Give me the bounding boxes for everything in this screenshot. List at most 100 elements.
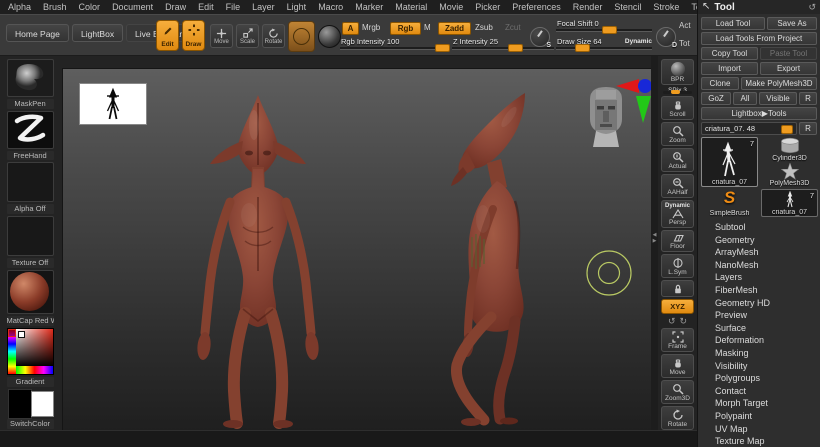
tool-thumb-simplebrush[interactable]: S SimpleBrush [701, 189, 758, 217]
tool-r-button[interactable]: R [799, 122, 817, 135]
menu-item[interactable]: Layer [252, 2, 275, 12]
load-tools-from-project-button[interactable]: Load Tools From Project [701, 32, 817, 45]
current-material-sphere[interactable] [318, 25, 341, 48]
rotate-canvas-button[interactable]: Rotate [661, 406, 694, 430]
stroke-dial[interactable]: S [530, 27, 550, 47]
menu-item[interactable]: Alpha [8, 2, 31, 12]
tool-subpalette-row[interactable]: Morph Target [701, 397, 817, 410]
menu-item[interactable]: Marker [355, 2, 383, 12]
save-as-button[interactable]: Save As [767, 17, 817, 30]
slider-knob[interactable] [602, 26, 617, 34]
draw-dial[interactable]: D [656, 27, 676, 47]
alpha-picker[interactable] [7, 162, 54, 202]
copy-tool-button[interactable]: Copy Tool [701, 47, 758, 60]
zcut-toggle[interactable]: Zcut [505, 23, 521, 32]
tool-thumb-polymesh3d[interactable]: PolyMesh3D [761, 163, 818, 187]
menu-item[interactable]: Movie [439, 2, 463, 12]
make-polymesh3d-button[interactable]: Make PolyMesh3D [741, 77, 817, 90]
menu-item[interactable]: Picker [475, 2, 500, 12]
tool-subpalette-row[interactable]: Surface [701, 322, 817, 335]
panel-splitter[interactable]: ◀▶ [651, 56, 658, 447]
transparency-lock-button[interactable] [661, 280, 694, 297]
slider-knob[interactable] [508, 44, 523, 52]
hue-strip-horizontal[interactable] [16, 366, 53, 374]
load-tool-button[interactable]: Load Tool [701, 17, 765, 30]
switch-color-swatches[interactable] [8, 389, 53, 417]
home-page-button[interactable]: Home Page [6, 24, 69, 42]
paint-a-toggle[interactable]: A [342, 22, 359, 35]
menu-item[interactable]: Material [395, 2, 427, 12]
actual-button[interactable]: Actual [661, 148, 694, 172]
menu-item[interactable]: Edit [198, 2, 214, 12]
tool-subpalette-row[interactable]: Masking [701, 347, 817, 360]
free-rotate-icon[interactable]: ↺ [668, 316, 676, 326]
clone-button[interactable]: Clone [701, 77, 739, 90]
zadd-toggle[interactable]: Zadd [438, 22, 471, 35]
tool-subpalette-row[interactable]: UV Map [701, 423, 817, 436]
draw-size-slider[interactable]: Draw Size 64 Dynamic [556, 37, 652, 53]
goz-all-button[interactable]: All [733, 92, 757, 105]
menu-item[interactable]: Draw [165, 2, 186, 12]
lightbox-button[interactable]: LightBox [72, 24, 123, 42]
persp-button[interactable]: Dynamic Persp [661, 200, 694, 228]
menu-item[interactable]: File [226, 2, 241, 12]
menu-item[interactable]: Color [79, 2, 101, 12]
export-button[interactable]: Export [760, 62, 817, 75]
tool-thumb-cylinder3d[interactable]: Cylinder3D [761, 137, 818, 162]
sculpt-viewport[interactable] [62, 68, 652, 432]
tool-subpalette-row[interactable]: Texture Map [701, 435, 817, 447]
focal-shift-slider[interactable]: Focal Shift 0 [556, 19, 652, 35]
slider-knob[interactable] [575, 44, 590, 52]
zoom3d-button[interactable]: Zoom3D [661, 380, 694, 404]
tool-subpalette-row[interactable]: NanoMesh [701, 259, 817, 272]
menu-item[interactable]: Preferences [512, 2, 561, 12]
menu-item[interactable]: Stencil [614, 2, 641, 12]
dynamic-toggle[interactable]: Dynamic [625, 38, 652, 45]
frame-button[interactable]: Frame [661, 328, 694, 352]
m-toggle[interactable]: M [424, 23, 431, 32]
panel-menu-icon[interactable]: ↺ [808, 2, 816, 13]
tool-subpalette-row[interactable]: Visibility [701, 360, 817, 373]
slider-knob[interactable] [781, 125, 793, 134]
rotation-mode-icons[interactable]: ↺ ↻ [668, 316, 687, 326]
main-color-swatch[interactable] [8, 389, 32, 419]
tool-thumb-selected-criatura[interactable]: 7 criatura_07 [701, 137, 758, 187]
picker-cursor-icon[interactable]: ↖ [702, 2, 710, 12]
mrgb-toggle[interactable]: Mrgb [362, 23, 380, 32]
current-brush-tile[interactable] [288, 21, 315, 52]
tool-subpalette-row[interactable]: Contact [701, 385, 817, 398]
secondary-color-swatch[interactable] [31, 391, 54, 417]
slider-knob[interactable] [671, 90, 680, 94]
brush-picker-maskpen[interactable] [7, 59, 54, 97]
tool-subpalette-row[interactable]: ArrayMesh [701, 246, 817, 259]
color-picker[interactable] [7, 328, 54, 376]
tool-subpalette-row[interactable]: Polygroups [701, 372, 817, 385]
menu-item[interactable]: Render [573, 2, 603, 12]
rgb-toggle[interactable]: Rgb [390, 22, 421, 35]
zoom-button[interactable]: Zoom [661, 122, 694, 146]
tool-subpalette-row[interactable]: Geometry [701, 234, 817, 247]
turntable-icon[interactable]: ↻ [680, 316, 688, 326]
tool-subpalette-row[interactable]: Deformation [701, 334, 817, 347]
draw-button[interactable]: Draw [182, 20, 205, 51]
move-canvas-button[interactable]: Move [661, 354, 694, 378]
scale-button[interactable]: Scale [236, 24, 259, 48]
tool-subpalette-row[interactable]: Layers [701, 271, 817, 284]
tool-subpalette-row[interactable]: Polypaint [701, 410, 817, 423]
lightbox-tools-button[interactable]: Lightbox▶Tools [701, 107, 817, 120]
floor-button[interactable]: Floor [661, 230, 694, 252]
spix-slider[interactable]: SPix 3 [662, 87, 693, 94]
zsub-toggle[interactable]: Zsub [475, 23, 493, 32]
rotate-button[interactable]: Rotate [262, 24, 285, 48]
local-symmetry-button[interactable]: L.Sym [661, 254, 694, 278]
menu-item[interactable]: Stroke [653, 2, 679, 12]
goz-visible-button[interactable]: Visible [759, 92, 797, 105]
slider-knob[interactable] [435, 44, 450, 52]
orientation-axis-widget[interactable] [615, 77, 651, 133]
tool-subpalette-row[interactable]: FiberMesh [701, 284, 817, 297]
move-button[interactable]: Move [210, 24, 233, 48]
tool-thumb-recent-criatura[interactable]: 7 criatura_07 [761, 189, 818, 217]
stroke-picker-freehand[interactable] [7, 111, 54, 149]
material-picker-matcap-red-wax[interactable] [7, 270, 54, 314]
goz-button[interactable]: GoZ [701, 92, 731, 105]
